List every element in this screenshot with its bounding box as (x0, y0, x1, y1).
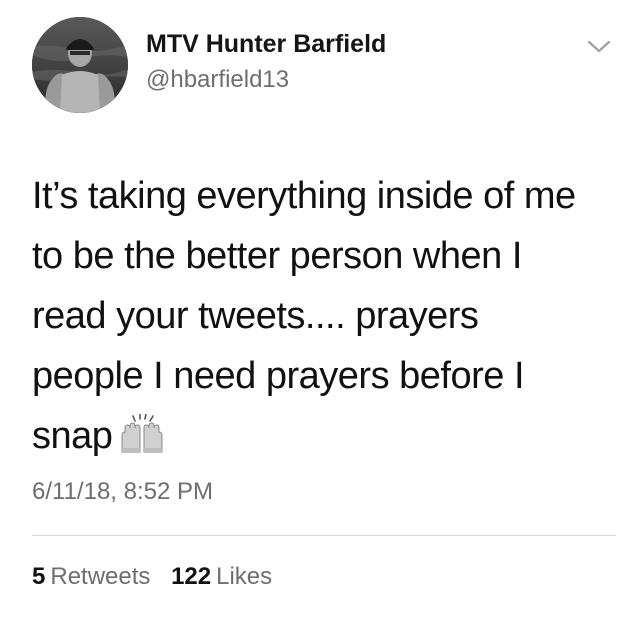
tweet-timestamp[interactable]: 6/11/18, 8:52 PM (32, 478, 213, 506)
tweet-text-word: snap (32, 415, 113, 457)
tweet-text-line-last: snap (32, 406, 622, 466)
tweet-card: MTV Hunter Barfield @hbarfield13 It’s ta… (0, 0, 640, 620)
likes-stat[interactable]: 122 Likes (171, 563, 272, 591)
tweet-text-line: to be the better person when I (32, 235, 522, 277)
tweet-text-line: people I need prayers before I (32, 355, 525, 397)
chevron-down-icon[interactable] (586, 36, 612, 56)
display-name[interactable]: MTV Hunter Barfield (146, 30, 386, 59)
user-handle[interactable]: @hbarfield13 (146, 66, 289, 94)
raising-hands-icon (121, 414, 163, 453)
tweet-text-line: read your tweets.... prayers (32, 295, 479, 337)
retweets-stat[interactable]: 5 Retweets (32, 563, 150, 591)
retweets-label: Retweets (50, 563, 151, 590)
likes-label: Likes (216, 563, 273, 590)
tweet-text-line: It’s taking everything inside of me (32, 175, 576, 217)
tweet-text: It’s taking everything inside of me to b… (32, 166, 622, 466)
avatar[interactable] (32, 17, 128, 113)
tweet-stats: 5 Retweets 122 Likes (32, 563, 272, 591)
divider (32, 535, 616, 536)
likes-count: 122 (171, 563, 212, 590)
retweets-count: 5 (32, 563, 46, 590)
